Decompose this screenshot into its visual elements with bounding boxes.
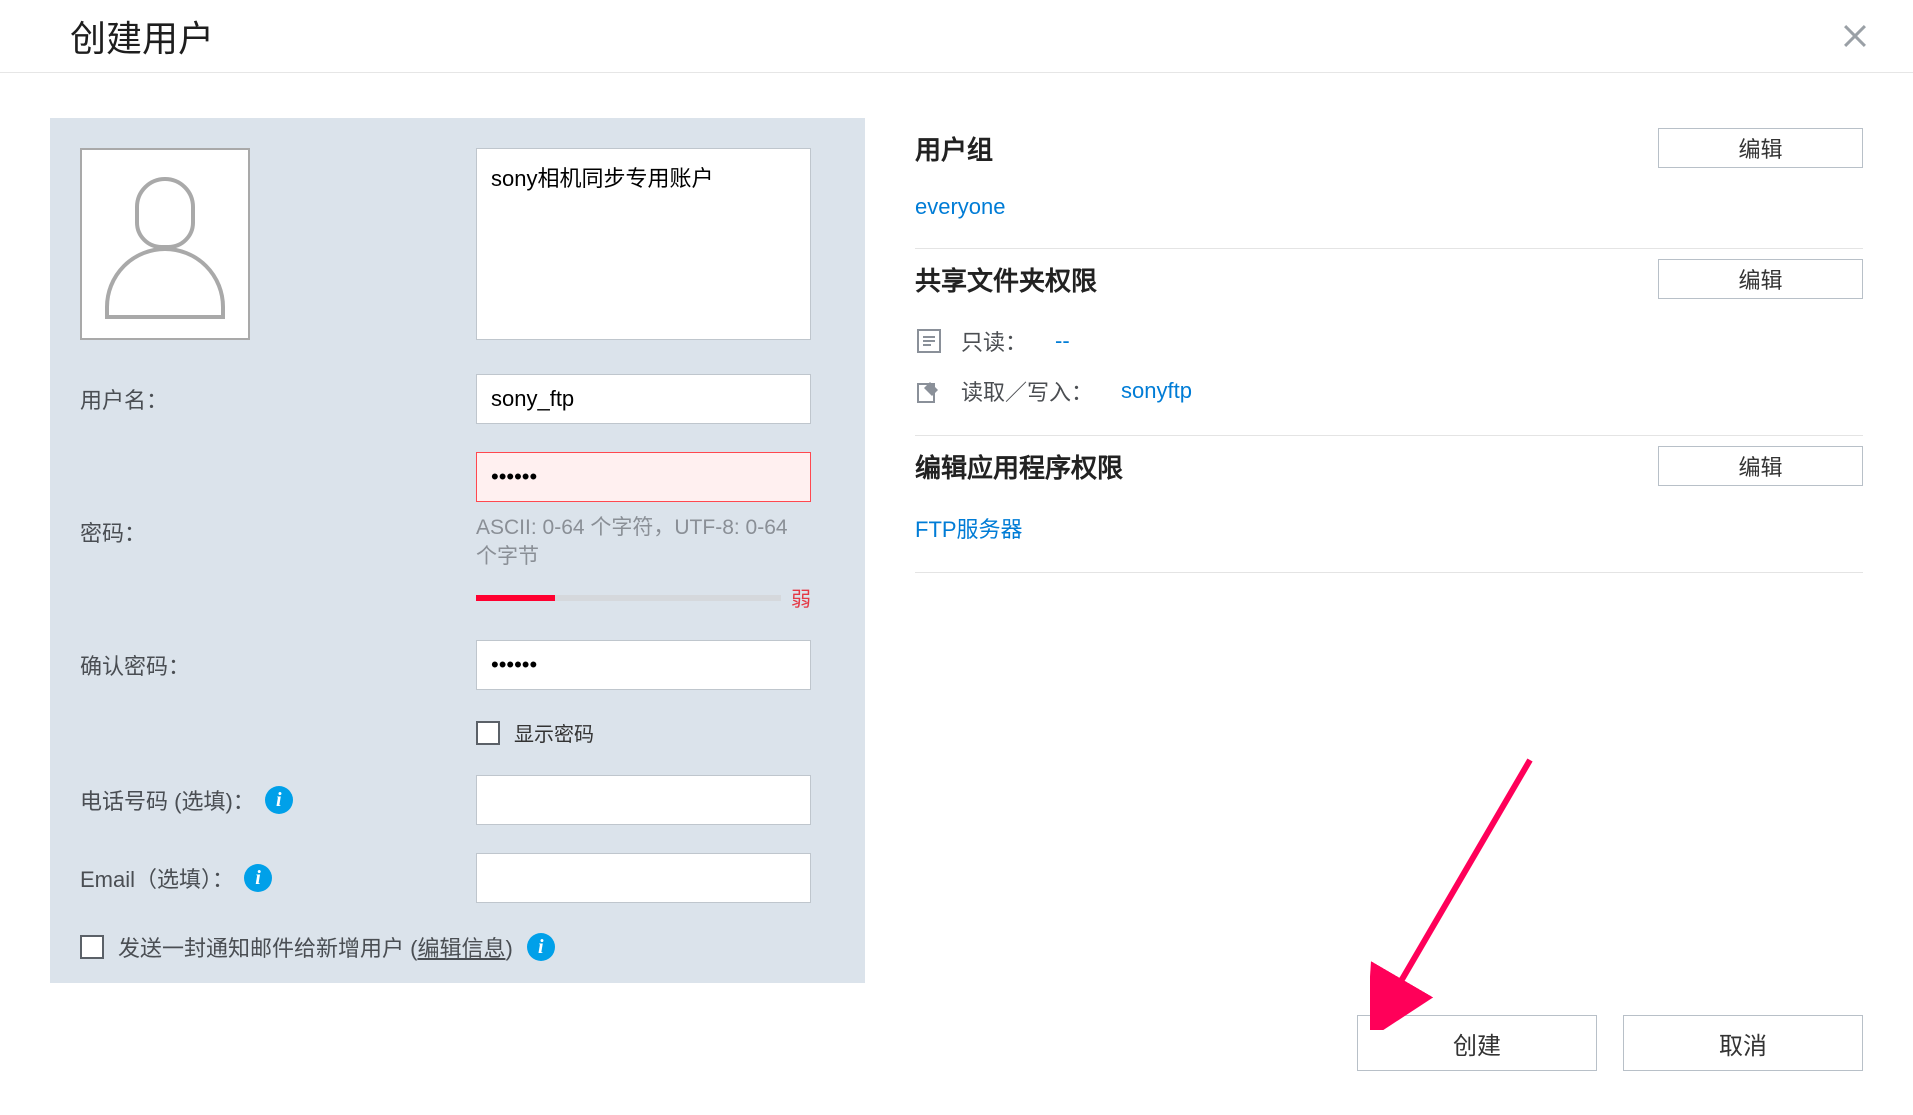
password-strength-meter	[476, 595, 781, 601]
create-user-dialog: 创建用户 用户名： 密码： ASCII: 0-64 个字符，UTF-8: 0-6…	[0, 0, 1913, 1115]
show-password-checkbox[interactable]	[476, 721, 500, 745]
phone-input[interactable]	[476, 775, 811, 825]
readwrite-icon	[915, 377, 943, 405]
readonly-value: --	[1055, 328, 1070, 354]
notify-checkbox[interactable]	[80, 935, 104, 959]
app-link[interactable]: FTP服务器	[915, 517, 1023, 542]
email-label: Email（选填）： i	[80, 853, 450, 903]
avatar-placeholder-icon	[105, 169, 225, 319]
edit-shared-button[interactable]: 编辑	[1658, 259, 1863, 299]
email-input[interactable]	[476, 853, 811, 903]
create-button[interactable]: 创建	[1357, 1015, 1597, 1071]
permissions-panel: 用户组 编辑 everyone 共享文件夹权限 编辑 只读： --	[915, 118, 1863, 983]
rw-label: 读取／写入：	[961, 375, 1093, 407]
edit-groups-button[interactable]: 编辑	[1658, 128, 1863, 168]
shared-folder-title: 共享文件夹权限	[915, 261, 1097, 298]
phone-label: 电话号码 (选填)： i	[80, 775, 450, 825]
readonly-label: 只读：	[961, 325, 1027, 357]
notify-label-suffix: )	[505, 936, 512, 961]
dialog-title: 创建用户	[70, 10, 214, 62]
edit-apps-button[interactable]: 编辑	[1658, 446, 1863, 486]
readonly-icon	[915, 327, 943, 355]
dialog-footer: 创建 取消	[0, 983, 1913, 1115]
avatar[interactable]	[80, 148, 250, 340]
cancel-button[interactable]: 取消	[1623, 1015, 1863, 1071]
app-permissions-title: 编辑应用程序权限	[915, 448, 1123, 485]
shared-folder-section: 共享文件夹权限 编辑 只读： -- 读取／写入： sonyftp	[915, 249, 1863, 436]
password-hint: ASCII: 0-64 个字符，UTF-8: 0-64 个字节	[476, 514, 811, 571]
notify-label-prefix: 发送一封通知邮件给新增用户 (	[118, 936, 417, 961]
dialog-body: 用户名： 密码： ASCII: 0-64 个字符，UTF-8: 0-64 个字节…	[0, 73, 1913, 983]
username-input[interactable]	[476, 374, 811, 424]
password-strength-text: 弱	[791, 583, 811, 612]
show-password-row[interactable]: 显示密码	[476, 718, 811, 747]
notify-row[interactable]: 发送一封通知邮件给新增用户 (编辑信息) i	[80, 931, 811, 963]
description-input[interactable]	[476, 148, 811, 340]
user-groups-section: 用户组 编辑 everyone	[915, 118, 1863, 249]
close-icon[interactable]	[1837, 18, 1873, 54]
info-icon[interactable]: i	[265, 786, 293, 814]
rw-value-link[interactable]: sonyftp	[1121, 378, 1192, 404]
edit-notify-link[interactable]: 编辑信息	[417, 936, 505, 961]
user-basic-panel: 用户名： 密码： ASCII: 0-64 个字符，UTF-8: 0-64 个字节…	[50, 118, 865, 983]
dialog-header: 创建用户	[0, 0, 1913, 73]
app-permissions-section: 编辑应用程序权限 编辑 FTP服务器	[915, 436, 1863, 573]
info-icon[interactable]: i	[244, 864, 272, 892]
username-label: 用户名：	[80, 374, 450, 424]
info-icon[interactable]: i	[527, 933, 555, 961]
password-label: 密码：	[80, 452, 450, 612]
password-input[interactable]	[476, 452, 811, 502]
confirm-password-input[interactable]	[476, 640, 811, 690]
group-link[interactable]: everyone	[915, 194, 1006, 219]
user-groups-title: 用户组	[915, 130, 993, 167]
show-password-label: 显示密码	[514, 718, 594, 747]
confirm-password-label: 确认密码：	[80, 640, 450, 690]
